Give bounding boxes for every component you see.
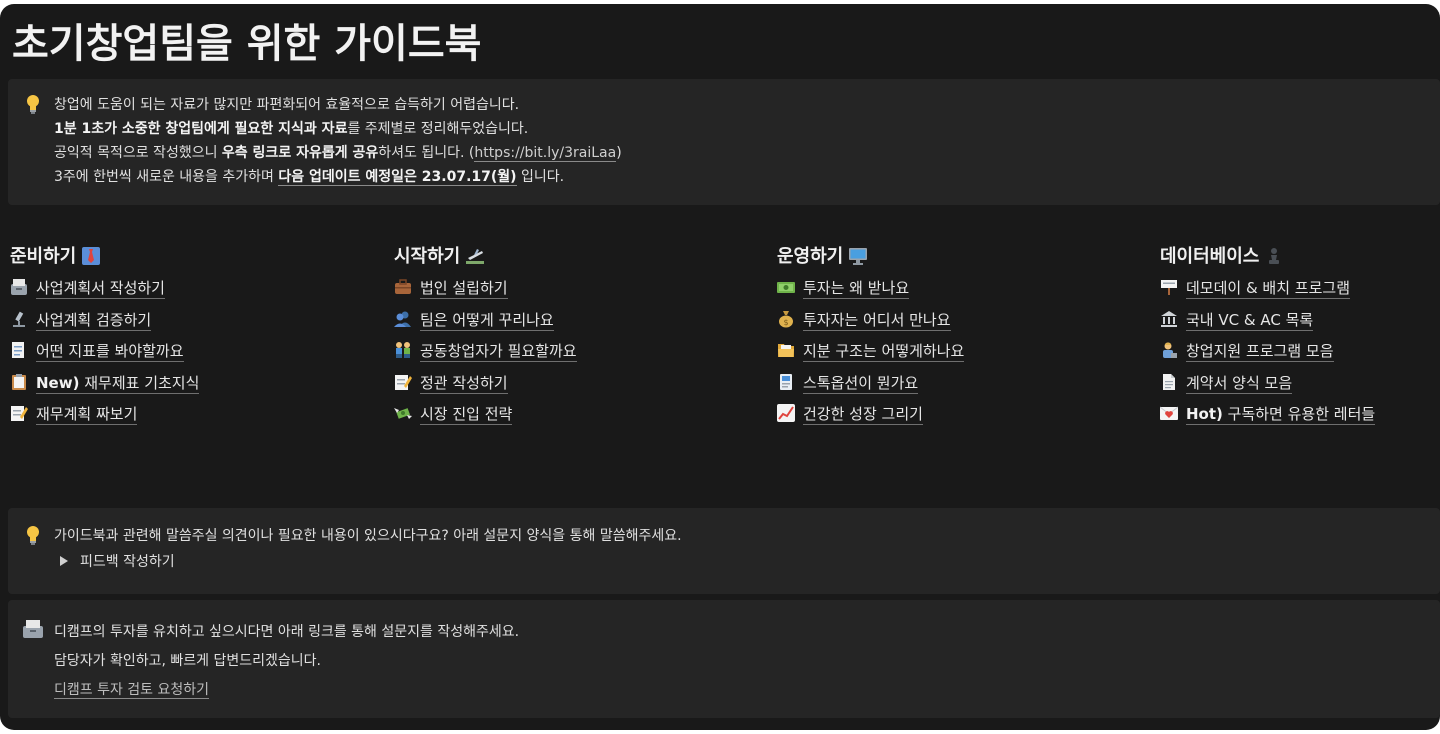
nav-item-equity-structure[interactable]: 지분 구조는 어떻게하나요 (777, 337, 1137, 369)
signpost-icon (1160, 277, 1178, 295)
chess-pawn-icon (1265, 243, 1283, 264)
feedback-callout: 가이드북과 관련해 말씀주실 의견이나 필요한 내용이 있으시다구요? 아래 설… (8, 508, 1440, 594)
dollar-banknote-icon (777, 277, 795, 295)
page-frame: 초기창업팀을 위한 가이드북 창업에 도움이 되는 자료가 많지만 파편화되어 … (0, 4, 1440, 730)
investment-request-link[interactable]: 디캠프 투자 검토 요청하기 (54, 682, 210, 699)
nav-item-healthy-growth[interactable]: 건강한 성장 그리기 (777, 400, 1137, 432)
intro-line-3: 공익적 목적으로 작성했으니 우측 링크로 자유롭게 공유하셔도 됩니다. (h… (54, 145, 622, 162)
lightbulb-icon (22, 93, 44, 115)
page-title: 초기창업팀을 위한 가이드북 (12, 21, 482, 67)
money-wings-icon (394, 403, 412, 421)
briefcase-icon (394, 277, 412, 295)
intro-callout: 창업에 도움이 되는 자료가 많지만 파편화되어 효율적으로 습득하기 어렵습니… (8, 79, 1440, 205)
nav-item-financial-plan[interactable]: 재무계획 짜보기 (10, 400, 370, 432)
nav-item-contract-templates[interactable]: 계약서 양식 모음 (1160, 369, 1440, 401)
necktie-icon (82, 243, 101, 265)
nav-item-demoday[interactable]: 데모데이 & 배치 프로그램 (1160, 274, 1440, 306)
invest-callout: 디캠프의 투자를 유치하고 싶으시다면 아래 링크를 통해 설문지를 작성해주세… (8, 600, 1440, 718)
busts-icon (394, 309, 412, 327)
airplane-departure-icon (466, 243, 485, 264)
nav-item-incorporation[interactable]: 법인 설립하기 (394, 274, 754, 306)
invest-text: 디캠프의 투자를 유치하고 싶으시다면 아래 링크를 통해 설문지를 작성해주세… (54, 618, 1428, 704)
intro-text: 창업에 도움이 되는 자료가 많지만 파편화되어 효율적으로 습득하기 어렵습니… (54, 93, 1428, 189)
nav-item-metrics[interactable]: 어떤 지표를 봐야할까요 (10, 337, 370, 369)
triangle-right-icon (60, 556, 68, 566)
nav-item-team-building[interactable]: 팀은 어떻게 꾸리나요 (394, 306, 754, 338)
nav-item-financial-statements[interactable]: New) 재무제표 기초지식 (10, 369, 370, 401)
money-bag-icon: $ (777, 309, 795, 328)
intro-line-1: 창업에 도움이 되는 자료가 많지만 파편화되어 효율적으로 습득하기 어렵습니… (54, 97, 520, 113)
bank-icon (1160, 309, 1178, 327)
column-heading: 데이터베이스 (1160, 240, 1440, 274)
nav-item-vc-ac-list[interactable]: 국내 VC & AC 목록 (1160, 306, 1440, 338)
feedback-toggle[interactable]: 피드백 작성하기 (54, 548, 1428, 576)
nav-item-meet-investors[interactable]: $ 투자자는 어디서 만나요 (777, 306, 1137, 338)
card-file-box-icon (10, 277, 28, 295)
column-heading: 시작하기 (394, 240, 754, 274)
column-operate: 운영하기 투자는 왜 받나요 $ 투자자는 어디서 만나요 지분 구조는 어떻게하… (777, 240, 1137, 432)
intro-line-4: 3주에 한번씩 새로운 내용을 추가하며 다음 업데이트 예정일은 23.07.… (54, 169, 565, 186)
desktop-computer-icon (849, 243, 868, 265)
card-file-box-icon (22, 618, 44, 640)
memo-icon (10, 403, 28, 422)
chart-increasing-icon (777, 403, 795, 423)
share-link[interactable]: https://bit.ly/3raiLaa (474, 145, 617, 162)
nav-item-why-investment[interactable]: 투자는 왜 받나요 (777, 274, 1137, 306)
invest-line-2: 담당자가 확인하고, 빠르게 답변드리겠습니다. (54, 653, 321, 669)
clipboard-icon (10, 372, 28, 390)
id-card-icon (777, 372, 795, 390)
memo-icon (394, 372, 412, 390)
column-prepare: 준비하기 사업계획서 작성하기 사업계획 검증하기 어떤 지표를 봐야할까요 N… (10, 240, 370, 432)
microscope-icon (10, 309, 28, 327)
love-letter-icon (1159, 403, 1179, 421)
feedback-text: 가이드북과 관련해 말씀주실 의견이나 필요한 내용이 있으시다구요? 아래 설… (54, 524, 1428, 576)
nav-item-support-programs[interactable]: 창업지원 프로그램 모음 (1160, 337, 1440, 369)
column-heading: 운영하기 (777, 240, 1137, 274)
invest-line-1: 디캠프의 투자를 유치하고 싶으시다면 아래 링크를 통해 설문지를 작성해주세… (54, 624, 520, 640)
lightbulb-icon (22, 524, 44, 546)
nav-item-business-plan[interactable]: 사업계획서 작성하기 (10, 274, 370, 306)
column-start: 시작하기 법인 설립하기 팀은 어떻게 꾸리나요 공동창업자가 필요할까요 정관… (394, 240, 754, 432)
document-icon (1160, 372, 1178, 390)
intro-line-2: 1분 1초가 소중한 창업팀에게 필요한 지식과 자료를 주제별로 정리해두었습… (54, 121, 529, 137)
column-heading: 준비하기 (10, 240, 370, 274)
nav-item-cofounder[interactable]: 공동창업자가 필요할까요 (394, 337, 754, 369)
two-people-icon (394, 340, 412, 359)
page-facing-up-icon (10, 340, 28, 359)
svg-text:$: $ (783, 318, 788, 327)
nav-item-newsletters[interactable]: Hot) 구독하면 유용한 레터들 (1159, 400, 1440, 432)
nav-item-market-entry[interactable]: 시장 진입 전략 (394, 400, 754, 432)
open-folder-icon (777, 340, 795, 358)
person-office-worker-icon (1160, 340, 1178, 359)
nav-item-articles[interactable]: 정관 작성하기 (394, 369, 754, 401)
invest-link-line: 디캠프 투자 검토 요청하기 (54, 676, 1428, 704)
feedback-line: 가이드북과 관련해 말씀주실 의견이나 필요한 내용이 있으시다구요? 아래 설… (54, 528, 682, 544)
nav-item-validate-plan[interactable]: 사업계획 검증하기 (10, 306, 370, 338)
column-database: 데이터베이스 데모데이 & 배치 프로그램 국내 VC & AC 목록 창업지원… (1159, 240, 1440, 432)
nav-item-stock-options[interactable]: 스톡옵션이 뭔가요 (777, 369, 1137, 401)
